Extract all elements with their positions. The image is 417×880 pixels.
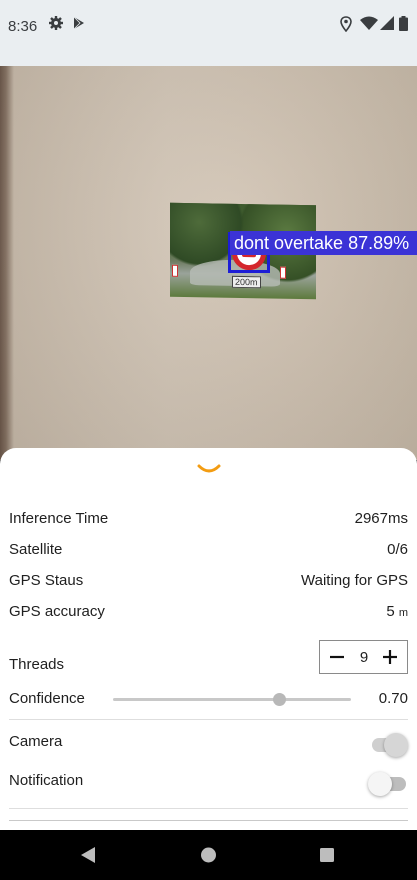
gear-icon: [49, 16, 63, 35]
notification-label: Notification: [9, 772, 84, 789]
camera-row: Camera: [9, 733, 408, 757]
info-row-gps-status: GPS Staus Waiting for GPS: [9, 572, 408, 596]
road-post: [280, 266, 286, 279]
row-label: Satellite: [9, 541, 63, 558]
signal-icon: [380, 16, 394, 35]
minus-button[interactable]: [322, 641, 352, 673]
battery-icon: [399, 16, 408, 36]
road-post: [172, 264, 178, 277]
recents-icon[interactable]: [319, 846, 335, 869]
sign-plate: 200m: [232, 275, 261, 289]
threads-stepper: 9: [319, 640, 408, 674]
toggle-thumb: [368, 772, 392, 796]
camera-preview: 200m dont overtake 87.89%: [0, 66, 417, 460]
divider: [9, 820, 408, 821]
confidence-slider[interactable]: [113, 693, 351, 706]
threads-row: Threads 9: [9, 640, 408, 680]
row-label: Inference Time: [9, 510, 109, 527]
notification-row: Notification: [9, 772, 408, 796]
info-row-gps-accuracy: GPS accuracy 5 m: [9, 603, 408, 627]
info-row-inference-time: Inference Time 2967ms: [9, 510, 408, 534]
detection-label: dont overtake 87.89%: [230, 231, 417, 255]
row-value: 2967ms: [354, 510, 408, 527]
row-label: GPS Staus: [9, 572, 84, 589]
divider: [9, 719, 408, 720]
location-icon: [340, 16, 352, 37]
status-bar: 8:36: [0, 0, 417, 66]
row-value: 5 m: [386, 603, 408, 620]
threads-value: 9: [359, 649, 369, 666]
slider-knob[interactable]: [273, 693, 286, 706]
chevron-down-icon[interactable]: [197, 462, 221, 478]
status-time: 8:36: [8, 18, 38, 35]
accuracy-unit: m: [398, 607, 408, 619]
confidence-value: 0.70: [378, 690, 408, 707]
plus-button[interactable]: [375, 641, 405, 673]
info-row-satellite: Satellite 0/6: [9, 541, 408, 565]
confidence-label: Confidence: [9, 690, 85, 707]
divider: [9, 808, 408, 809]
camera-toggle[interactable]: [372, 733, 408, 757]
row-value: 0/6: [387, 541, 408, 558]
toggle-thumb: [384, 733, 408, 757]
bottom-sheet: Inference Time 2967ms Satellite 0/6 GPS …: [0, 448, 417, 830]
camera-label: Camera: [9, 733, 63, 750]
wifi-icon: [360, 16, 378, 35]
row-label: GPS accuracy: [9, 603, 105, 620]
navigation-bar: [0, 830, 417, 880]
accuracy-number: 5: [386, 603, 395, 620]
home-icon[interactable]: [200, 846, 217, 869]
back-icon[interactable]: [80, 846, 96, 869]
play-store-icon: [72, 16, 86, 35]
confidence-row: Confidence 0.70: [9, 690, 408, 714]
notification-toggle[interactable]: [368, 772, 408, 796]
row-value: Waiting for GPS: [301, 572, 408, 589]
threads-label: Threads: [9, 656, 65, 673]
